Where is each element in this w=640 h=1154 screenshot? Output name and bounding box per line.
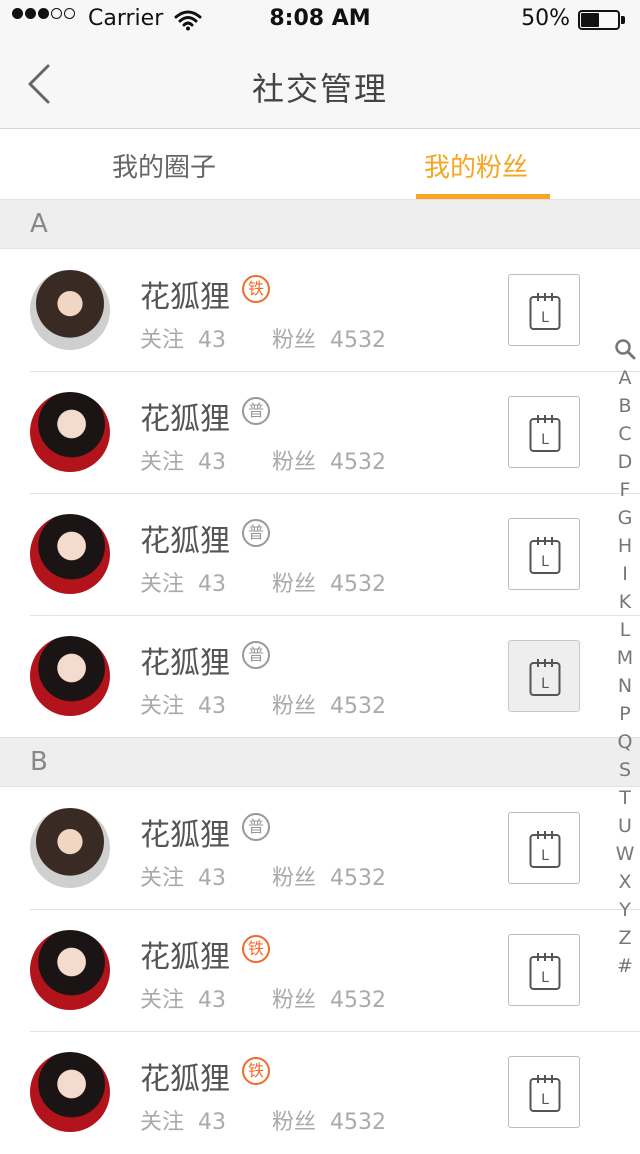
calendar-icon: L [529,537,561,574]
navigation-bar: 社交管理 [0,40,640,129]
common-fan-badge: 普 [242,397,270,425]
user-name: 花狐狸 [140,818,230,853]
calendar-button[interactable]: L [508,1056,580,1128]
index-letter[interactable]: N [612,672,638,700]
index-letter[interactable]: F [612,476,638,504]
follow-count: 关注 43 [140,1110,227,1135]
iron-fan-badge: 铁 [242,1057,270,1085]
user-name: 花狐狸 [140,940,230,975]
index-letter[interactable]: Q [612,728,638,756]
index-letter[interactable]: K [612,588,638,616]
calendar-icon: L [529,1075,561,1112]
iron-fan-badge: 铁 [242,275,270,303]
tab-my-fans[interactable]: 我的粉丝 [424,147,528,184]
user-name: 花狐狸 [140,280,230,315]
index-letter[interactable]: B [612,392,638,420]
svg-text:L: L [541,554,549,570]
index-letter[interactable]: Z [612,924,638,952]
calendar-icon: L [529,659,561,696]
svg-text:L: L [541,848,549,864]
tab-bar: 我的圈子 我的粉丝 [0,129,640,199]
avatar[interactable] [30,270,110,350]
section-letter: B [30,747,48,777]
index-letter[interactable]: W [612,840,638,868]
avatar[interactable] [30,392,110,472]
user-name: 花狐狸 [140,1062,230,1097]
section-header-b: B [0,737,640,787]
fans-count: 粉丝 4532 [272,572,387,597]
avatar[interactable] [30,1052,110,1132]
index-letter[interactable]: D [612,448,638,476]
index-letter[interactable]: G [612,504,638,532]
section-header-a: A [0,199,640,249]
common-fan-badge: 普 [242,813,270,841]
fans-count: 粉丝 4532 [272,450,387,475]
calendar-button[interactable]: L [508,640,580,712]
fans-count: 粉丝 4532 [272,694,387,719]
svg-text:L: L [541,432,549,448]
list-item[interactable]: 花狐狸 普 关注 43 粉丝 4532 L [0,372,640,494]
section-letter: A [30,209,48,239]
battery-icon [578,10,626,30]
avatar[interactable] [30,930,110,1010]
user-name: 花狐狸 [140,646,230,681]
follow-count: 关注 43 [140,450,227,475]
list-item[interactable]: 花狐狸 普 关注 43 粉丝 4532 L [0,616,640,738]
user-name: 花狐狸 [140,402,230,437]
index-letter[interactable]: C [612,420,638,448]
search-icon[interactable] [614,338,636,360]
avatar[interactable] [30,636,110,716]
fans-count: 粉丝 4532 [272,988,387,1013]
calendar-button[interactable]: L [508,934,580,1006]
common-fan-badge: 普 [242,519,270,547]
index-letter[interactable]: P [612,700,638,728]
calendar-button[interactable]: L [508,274,580,346]
index-letter[interactable]: T [612,784,638,812]
list-item[interactable]: 花狐狸 铁 关注 43 粉丝 4532 L [0,250,640,372]
index-letter[interactable]: L [612,616,638,644]
alphabet-index-bar[interactable]: A B C D F G H I K L M N P Q S T U W X Y Z # [612,338,638,980]
follow-count: 关注 43 [140,328,227,353]
common-fan-badge: 普 [242,641,270,669]
user-name: 花狐狸 [140,524,230,559]
list-item[interactable]: 花狐狸 铁 关注 43 粉丝 4532 L [0,910,640,1032]
list-item[interactable]: 花狐狸 普 关注 43 粉丝 4532 L [0,788,640,910]
calendar-button[interactable]: L [508,518,580,590]
avatar[interactable] [30,514,110,594]
index-letter[interactable]: S [612,756,638,784]
index-letter[interactable]: I [612,560,638,588]
calendar-icon: L [529,415,561,452]
follow-count: 关注 43 [140,866,227,891]
svg-text:L: L [541,1092,549,1108]
status-bar: Carrier 8:08 AM 50% [0,0,640,40]
svg-text:L: L [541,676,549,692]
list-item[interactable]: 花狐狸 普 关注 43 粉丝 4532 L [0,494,640,616]
calendar-icon: L [529,953,561,990]
index-letter[interactable]: H [612,532,638,560]
avatar[interactable] [30,808,110,888]
index-letter[interactable]: # [612,952,638,980]
index-letter[interactable]: Y [612,896,638,924]
page-title: 社交管理 [251,70,388,108]
fans-count: 粉丝 4532 [272,1110,387,1135]
calendar-icon: L [529,831,561,868]
index-letter[interactable]: A [612,364,638,392]
tab-my-circle[interactable]: 我的圈子 [112,147,216,184]
svg-text:L: L [541,970,549,986]
calendar-button[interactable]: L [508,812,580,884]
follow-count: 关注 43 [140,988,227,1013]
index-letter[interactable]: X [612,868,638,896]
iron-fan-badge: 铁 [242,935,270,963]
fans-count: 粉丝 4532 [272,328,387,353]
calendar-button[interactable]: L [508,396,580,468]
index-letter[interactable]: U [612,812,638,840]
battery-percentage: 50% [521,6,570,31]
svg-text:L: L [541,310,549,326]
calendar-icon: L [529,293,561,330]
follow-count: 关注 43 [140,572,227,597]
index-letter[interactable]: M [612,644,638,672]
fans-count: 粉丝 4532 [272,866,387,891]
follow-count: 关注 43 [140,694,227,719]
